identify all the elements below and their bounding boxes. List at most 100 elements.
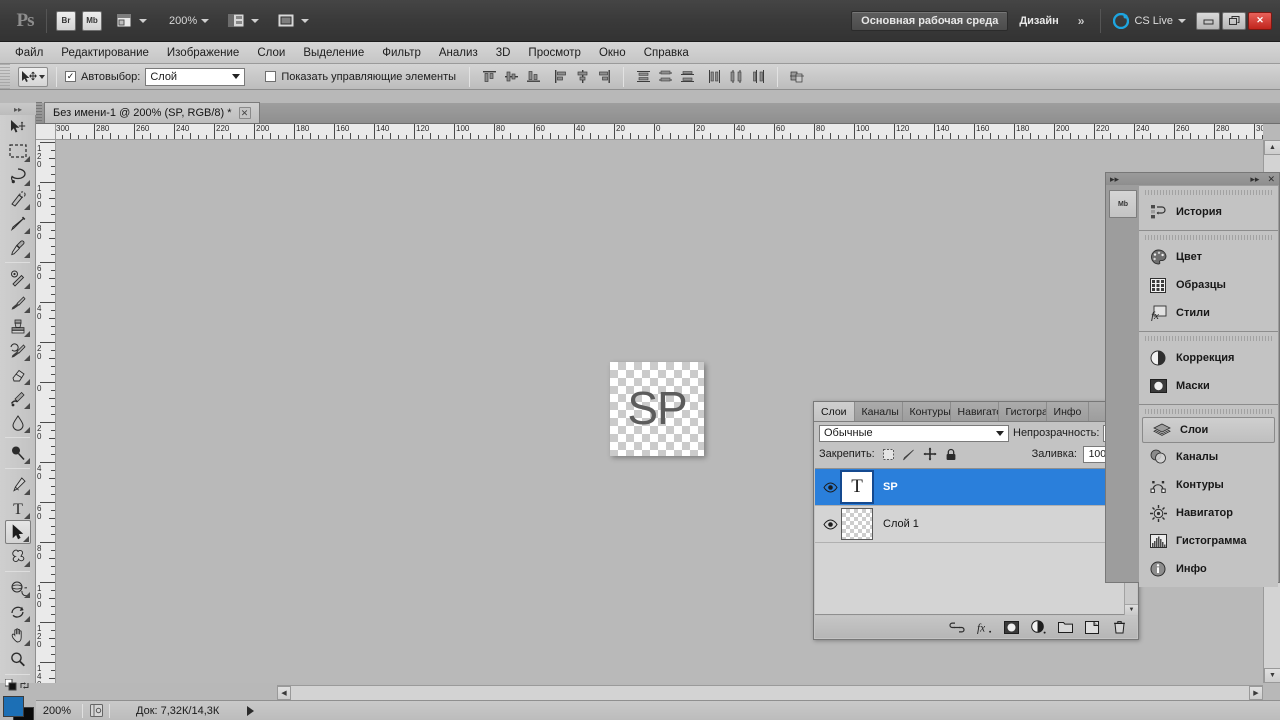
clone-stamp-tool[interactable]	[5, 314, 31, 338]
dock-group-grip-2[interactable]	[1145, 235, 1272, 240]
horizontal-ruler[interactable]: 300 280 260 240 220 200 180 160 140 120 100 80 60 40 2…	[56, 124, 1263, 140]
pen-tool[interactable]	[5, 472, 31, 496]
zoom-tool[interactable]	[5, 647, 31, 671]
launch-mini-bridge-button[interactable]: Mb	[82, 10, 102, 31]
tab-navigator[interactable]: Навигатор	[951, 402, 999, 421]
dock-group-grip-3[interactable]	[1145, 336, 1272, 341]
dock-item-styles[interactable]: fx Стили	[1139, 299, 1278, 327]
show-controls-checkbox[interactable]	[265, 71, 277, 82]
align-vertical-centers-icon[interactable]	[501, 67, 521, 87]
layers-scroll-down-icon[interactable]: ▼	[1125, 604, 1138, 615]
3d-camera-rotate-tool[interactable]	[5, 599, 31, 623]
layer-name-sp[interactable]: SP	[883, 481, 898, 493]
window-restore-button[interactable]	[1222, 11, 1246, 30]
layer-style-fx-icon[interactable]: fx	[976, 619, 992, 635]
tab-paths[interactable]: Контуры	[903, 402, 951, 421]
align-bottom-edges-icon[interactable]	[523, 67, 543, 87]
new-group-icon[interactable]	[1057, 619, 1073, 635]
align-top-edges-icon[interactable]	[479, 67, 499, 87]
status-expand-arrow-icon[interactable]	[247, 705, 255, 716]
default-colors-icon[interactable]	[5, 679, 17, 691]
lasso-tool[interactable]	[5, 163, 31, 187]
dodge-tool[interactable]	[5, 441, 31, 465]
dock-item-navigator[interactable]: Навигатор	[1139, 499, 1278, 527]
status-preview-icon[interactable]	[87, 704, 105, 717]
tab-strip-grip[interactable]	[36, 102, 42, 123]
arrange-documents-icon[interactable]	[275, 11, 297, 31]
active-tool-move-icon[interactable]	[18, 66, 48, 87]
document-tab[interactable]: Без имени-1 @ 200% (SP, RGB/8) * ✕	[44, 102, 260, 123]
custom-shape-tool[interactable]	[5, 544, 31, 568]
layer-thumbnail-layer1[interactable]	[841, 508, 873, 540]
toolbox-collapse-handle[interactable]: ▸▸	[0, 103, 36, 115]
link-layers-icon[interactable]	[949, 619, 965, 635]
distribute-right-edges-icon[interactable]	[748, 67, 768, 87]
view-extras-caret-icon[interactable]	[139, 18, 147, 23]
lock-transparent-pixels-icon[interactable]	[881, 447, 896, 462]
menu-item-3d[interactable]: 3D	[487, 43, 520, 63]
menu-item-help[interactable]: Справка	[635, 43, 698, 63]
blur-tool[interactable]	[5, 410, 31, 434]
mini-bridge-tile[interactable]: Mb	[1109, 190, 1137, 218]
layer-row-layer1[interactable]: Слой 1	[815, 506, 1137, 543]
swap-colors-icon[interactable]	[19, 680, 30, 691]
view-extras-icon[interactable]	[113, 11, 135, 31]
layer-name-layer1[interactable]: Слой 1	[883, 518, 919, 530]
screen-mode-icon[interactable]	[225, 11, 247, 31]
horizontal-type-tool[interactable]: T	[5, 496, 31, 520]
menu-item-layer[interactable]: Слои	[248, 43, 294, 63]
zoom-level-caret-icon[interactable]	[201, 18, 210, 23]
document-artboard[interactable]: SP	[610, 362, 704, 456]
dock-item-color[interactable]: Цвет	[1139, 243, 1278, 271]
path-selection-tool[interactable]	[4, 520, 31, 544]
dock-item-info[interactable]: Инфо	[1139, 555, 1278, 583]
gradient-tool[interactable]	[5, 386, 31, 410]
3d-object-rotate-tool[interactable]	[5, 575, 31, 599]
blend-mode-select[interactable]: Обычные	[819, 424, 1009, 442]
menu-item-analysis[interactable]: Анализ	[430, 43, 487, 63]
dock-item-swatches[interactable]: Образцы	[1139, 271, 1278, 299]
menu-item-edit[interactable]: Редактирование	[52, 43, 158, 63]
distribute-top-edges-icon[interactable]	[633, 67, 653, 87]
status-zoom-value[interactable]: 200%	[36, 705, 78, 717]
cs-live-button[interactable]: CS Live	[1113, 12, 1186, 29]
layer-visibility-toggle-layer1[interactable]	[819, 518, 841, 530]
distribute-vertical-centers-icon[interactable]	[655, 67, 675, 87]
arrange-documents-caret-icon[interactable]	[301, 18, 310, 23]
autoselect-select[interactable]: Слой	[145, 67, 246, 86]
window-close-button[interactable]: ✕	[1248, 11, 1272, 30]
layer-thumbnail-sp[interactable]: T	[840, 470, 874, 504]
vertical-ruler[interactable]: 1201008060402002040608010012014016018020…	[36, 140, 56, 683]
layers-list[interactable]: T SP Слой 1	[815, 468, 1137, 615]
tab-histogram[interactable]: Гистограмма	[999, 402, 1047, 421]
lock-position-icon[interactable]	[923, 447, 938, 462]
hand-tool[interactable]	[5, 623, 31, 647]
eyedropper-tool[interactable]	[5, 235, 31, 259]
document-tab-close-icon[interactable]: ✕	[238, 107, 251, 119]
scroll-up-arrow-icon[interactable]: ▲	[1264, 140, 1280, 155]
dock-group-grip-4[interactable]	[1145, 409, 1272, 414]
dock-item-paths[interactable]: Контуры	[1139, 471, 1278, 499]
launch-bridge-button[interactable]: Br	[56, 10, 76, 31]
tab-info[interactable]: Инфо	[1047, 402, 1090, 421]
menu-item-file[interactable]: Файл	[6, 43, 52, 63]
workspace-design-button[interactable]: Дизайн	[1010, 11, 1067, 31]
align-right-edges-icon[interactable]	[594, 67, 614, 87]
dock-item-histogram[interactable]: Гистограмма	[1139, 527, 1278, 555]
align-left-edges-icon[interactable]	[550, 67, 570, 87]
dock-expand-icon[interactable]: ▸▸	[1110, 174, 1119, 185]
menu-item-filter[interactable]: Фильтр	[373, 43, 430, 63]
cs-live-caret-icon[interactable]	[1178, 18, 1186, 23]
layer-row-sp[interactable]: T SP	[815, 469, 1137, 506]
dock-item-layers[interactable]: Слои	[1142, 417, 1275, 443]
dock-item-history[interactable]: История	[1139, 198, 1278, 226]
auto-align-layers-icon[interactable]	[787, 67, 807, 87]
lock-all-icon[interactable]	[944, 447, 959, 462]
distribute-bottom-edges-icon[interactable]	[677, 67, 697, 87]
tab-channels[interactable]: Каналы	[855, 402, 903, 421]
scroll-down-arrow-icon[interactable]: ▼	[1264, 668, 1280, 683]
move-tool[interactable]	[5, 115, 31, 139]
dock-item-masks[interactable]: Маски	[1139, 372, 1278, 400]
ruler-origin-corner[interactable]	[36, 124, 56, 140]
new-adjustment-layer-icon[interactable]	[1030, 619, 1046, 635]
